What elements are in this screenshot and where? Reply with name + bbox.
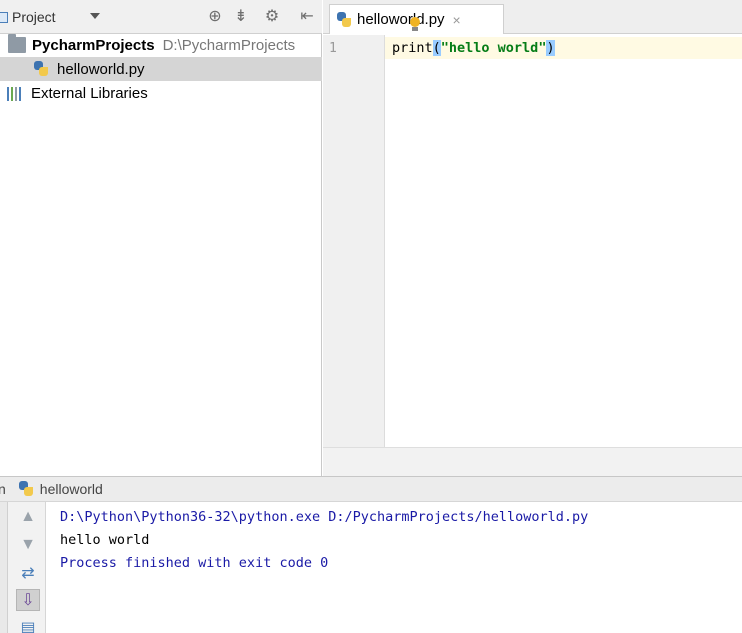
- close-icon[interactable]: ×: [453, 12, 461, 28]
- tab-helloworld[interactable]: helloworld.py ×: [329, 4, 504, 34]
- print-icon[interactable]: ▤: [16, 617, 40, 633]
- python-file-icon: [33, 61, 51, 77]
- code-open-paren: (: [432, 40, 441, 56]
- code-string: "hello world": [440, 40, 547, 56]
- run-toolbar: ▲ ▼ ⇄ ⇩ ▤: [8, 502, 46, 633]
- code-line[interactable]: print("hello world"): [392, 40, 555, 56]
- root-path: D:\PycharmProjects: [162, 36, 296, 54]
- project-view-selector[interactable]: Project: [0, 9, 56, 25]
- scroll-to-end-icon[interactable]: ⇩: [16, 589, 40, 611]
- project-header: Project ⊕ ⇟ ⚙ ⇤: [0, 0, 322, 34]
- lightbulb-icon[interactable]: [410, 17, 420, 31]
- folder-icon: [8, 34, 26, 53]
- chevron-down-icon[interactable]: [90, 13, 100, 19]
- libraries-label: External Libraries: [31, 84, 148, 102]
- code-close-paren: ): [546, 40, 555, 56]
- line-number: 1: [329, 41, 337, 56]
- run-console[interactable]: D:\Python\Python36-32\python.exe D:/Pych…: [60, 506, 588, 575]
- run-config-name[interactable]: helloworld: [40, 481, 103, 497]
- tree-item-libraries[interactable]: External Libraries: [0, 81, 322, 105]
- collapse-icon[interactable]: ⇟: [232, 8, 250, 26]
- code-function: print: [392, 40, 433, 56]
- editor-tab-bar: helloworld.py ×: [323, 0, 742, 34]
- locate-icon[interactable]: ⊕: [206, 8, 224, 26]
- soft-wrap-icon[interactable]: ⇄: [16, 562, 40, 584]
- console-exit-message: Process finished with exit code 0: [60, 555, 329, 571]
- libraries-icon: [7, 85, 25, 101]
- run-left-strip: [0, 502, 8, 633]
- tree-item-file[interactable]: helloworld.py: [0, 57, 322, 81]
- code-editor[interactable]: 1 print("hello world"): [323, 35, 742, 447]
- tree-item-root[interactable]: PycharmProjects D:\PycharmProjects: [0, 33, 322, 57]
- hide-icon[interactable]: ⇤: [298, 8, 316, 26]
- arrow-up-icon[interactable]: ▲: [16, 506, 40, 528]
- root-name: PycharmProjects: [32, 36, 155, 54]
- tab-label: helloworld.py: [357, 11, 445, 28]
- file-name: helloworld.py: [57, 60, 145, 78]
- console-output: hello world: [60, 532, 150, 548]
- project-icon: [0, 11, 8, 23]
- project-tool-window: Project ⊕ ⇟ ⚙ ⇤ PycharmProjects D:\Pycha…: [0, 0, 322, 476]
- arrow-down-icon[interactable]: ▼: [16, 534, 40, 556]
- editor-gutter: 1: [323, 35, 385, 447]
- editor-horizontal-scrollbar[interactable]: [323, 447, 742, 476]
- python-file-icon: [336, 11, 352, 28]
- run-header: n helloworld: [0, 476, 742, 502]
- project-title: Project: [12, 9, 56, 25]
- run-label: n: [0, 481, 6, 497]
- console-command: D:\Python\Python36-32\python.exe D:/Pych…: [60, 509, 589, 525]
- python-run-icon: [18, 481, 34, 497]
- gear-icon[interactable]: ⚙: [263, 8, 281, 26]
